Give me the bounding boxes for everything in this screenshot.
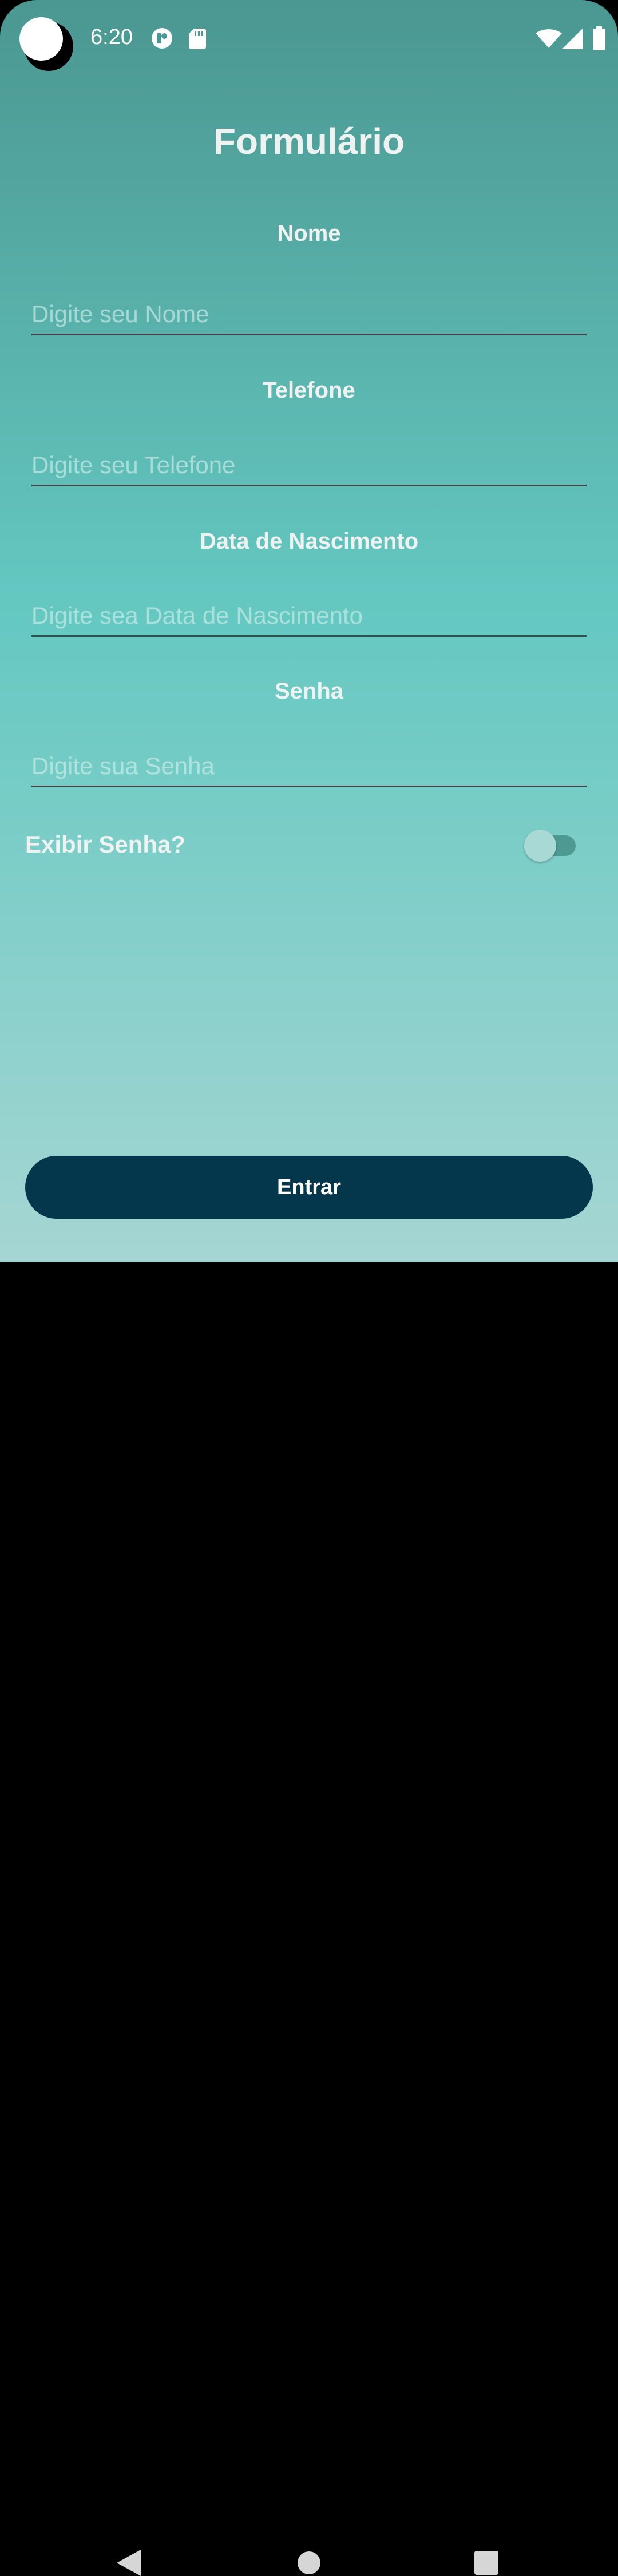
password-label: Senha <box>274 679 344 704</box>
phone-input[interactable] <box>31 445 587 486</box>
birthdate-input[interactable] <box>31 596 587 637</box>
camera-cutout <box>19 17 73 71</box>
notification-app-icon <box>152 28 172 49</box>
app-screen: 6:20 Formulário Nome Telefone Data de Na… <box>0 0 618 1262</box>
phone-label: Telefone <box>263 378 355 403</box>
wifi-icon <box>536 29 562 48</box>
home-icon[interactable] <box>298 2551 320 2574</box>
sd-card-icon <box>189 29 206 49</box>
password-input[interactable] <box>31 746 587 787</box>
name-label: Nome <box>277 221 341 246</box>
signal-icon <box>562 29 583 49</box>
status-bar: 6:20 <box>0 0 618 79</box>
show-password-label: Exibir Senha? <box>25 831 186 858</box>
show-password-switch[interactable] <box>524 830 577 862</box>
submit-button[interactable]: Entrar <box>25 1156 593 1219</box>
name-input[interactable] <box>31 294 587 335</box>
back-icon[interactable] <box>117 2550 141 2576</box>
status-time: 6:20 <box>90 25 133 49</box>
form-title: Formulário <box>213 121 405 162</box>
navigation-bar <box>0 1262 618 2576</box>
birthdate-label: Data de Nascimento <box>199 529 419 554</box>
recents-icon[interactable] <box>474 2551 498 2575</box>
switch-thumb <box>524 830 556 862</box>
battery-icon <box>593 26 605 50</box>
